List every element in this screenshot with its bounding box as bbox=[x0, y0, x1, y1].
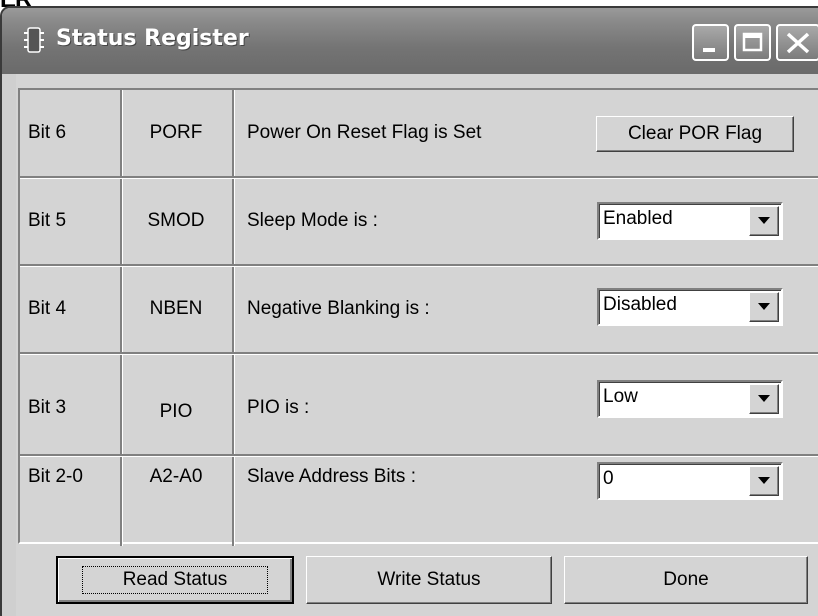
slave-address-select[interactable]: 0 bbox=[597, 462, 783, 500]
read-status-label: Read Status bbox=[81, 566, 269, 594]
table-row-bit5: Bit 5 SMOD Sleep Mode is : Enabled bbox=[20, 178, 818, 266]
sleep-mode-select[interactable]: Enabled bbox=[597, 202, 783, 240]
dropdown-button[interactable] bbox=[749, 292, 779, 322]
dropdown-button[interactable] bbox=[749, 466, 779, 496]
table-row-bit6: Bit 6 PORF Power On Reset Flag is Set Cl… bbox=[20, 90, 818, 178]
read-status-button[interactable]: Read Status bbox=[56, 556, 294, 604]
chevron-down-icon bbox=[758, 477, 770, 484]
flag-name: SMOD bbox=[147, 210, 205, 231]
flag-description: Slave Address Bits : bbox=[247, 466, 416, 487]
maximize-button[interactable] bbox=[734, 24, 771, 61]
dropdown-button[interactable] bbox=[749, 206, 779, 236]
select-value: Enabled bbox=[603, 208, 673, 229]
table-row-bit3: Bit 3 PIO PIO is : Low bbox=[20, 354, 818, 456]
table-row-bit4: Bit 4 NBEN Negative Blanking is : Disabl… bbox=[20, 266, 818, 354]
flag-description: PIO is : bbox=[247, 397, 310, 418]
status-register-window: Status Register Bit 6 PORF Power On Rese… bbox=[0, 6, 818, 616]
select-value: Low bbox=[603, 386, 638, 407]
flag-description: Sleep Mode is : bbox=[247, 210, 378, 231]
window-title: Status Register bbox=[56, 26, 249, 51]
minimize-button[interactable] bbox=[692, 24, 729, 61]
flag-name: PIO bbox=[159, 401, 193, 422]
dropdown-button[interactable] bbox=[749, 384, 779, 414]
title-bar[interactable]: Status Register bbox=[2, 8, 818, 74]
select-value: Disabled bbox=[603, 294, 677, 315]
flag-name: NBEN bbox=[149, 298, 203, 319]
close-icon bbox=[786, 32, 810, 54]
write-status-button[interactable]: Write Status bbox=[306, 556, 552, 604]
flag-name: A2-A0 bbox=[149, 466, 203, 487]
chevron-down-icon bbox=[758, 303, 770, 310]
select-value: 0 bbox=[603, 468, 614, 489]
clear-por-flag-button[interactable]: Clear POR Flag bbox=[596, 116, 794, 152]
bit-label: Bit 3 bbox=[28, 397, 67, 418]
chevron-down-icon bbox=[758, 395, 770, 402]
pio-select[interactable]: Low bbox=[597, 380, 783, 418]
bit-label: Bit 6 bbox=[28, 122, 67, 143]
flag-description: Negative Blanking is : bbox=[247, 298, 430, 319]
table-row-bit2-0: Bit 2-0 A2-A0 Slave Address Bits : 0 bbox=[20, 456, 818, 544]
flag-description: Power On Reset Flag is Set bbox=[247, 122, 482, 143]
bit-label: Bit 4 bbox=[28, 298, 67, 319]
done-button[interactable]: Done bbox=[564, 556, 808, 604]
minimize-icon bbox=[703, 48, 715, 52]
chevron-down-icon bbox=[758, 217, 770, 224]
register-icon bbox=[24, 27, 44, 53]
close-button[interactable] bbox=[776, 24, 818, 61]
register-table: Bit 6 PORF Power On Reset Flag is Set Cl… bbox=[18, 88, 818, 546]
flag-name: PORF bbox=[149, 122, 203, 143]
bit-label: Bit 2-0 bbox=[28, 466, 83, 487]
negative-blanking-select[interactable]: Disabled bbox=[597, 288, 783, 326]
dialog-body: Bit 6 PORF Power On Reset Flag is Set Cl… bbox=[16, 74, 818, 616]
maximize-icon bbox=[742, 32, 763, 52]
bit-label: Bit 5 bbox=[28, 210, 67, 231]
